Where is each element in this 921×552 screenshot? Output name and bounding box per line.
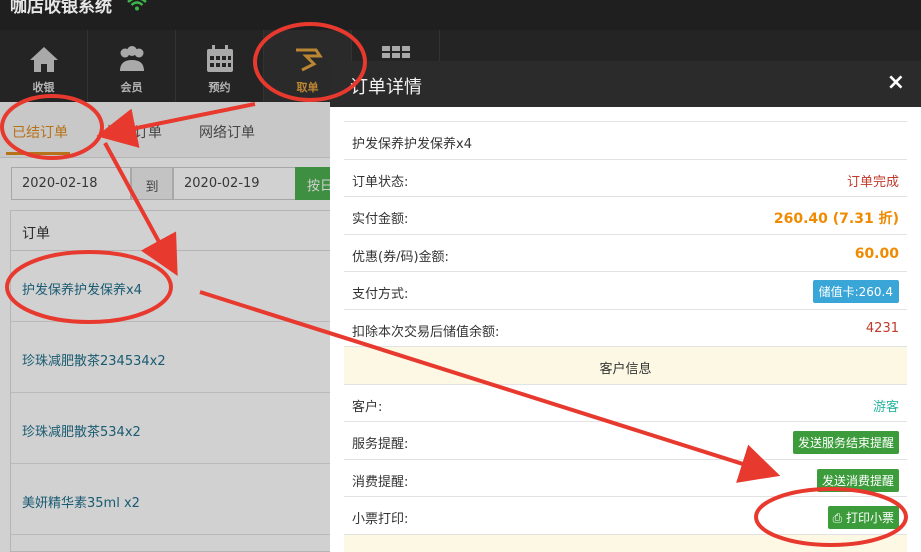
modal-title: 订单详情 — [350, 77, 422, 98]
print-receipt-label: 打印小票 — [845, 511, 894, 525]
customer-value: 游客 — [872, 399, 899, 415]
payment-method-badge: 储值卡:260.4 — [812, 280, 899, 303]
order-tabs: 已结订单 挂起订单 网络订单 — [0, 102, 330, 158]
send-consume-reminder-button[interactable]: 发送消费提醒 — [816, 468, 899, 492]
users-icon — [120, 46, 144, 71]
product-name: 护发保养护发保养x4 — [352, 137, 472, 152]
section-title: 客户信息 — [599, 362, 652, 377]
customer-label: 客户: — [352, 399, 383, 415]
discount-value: 60.00 — [854, 245, 899, 262]
customer-section-header: 客户信息 — [344, 346, 907, 384]
modal-body: 护发保养护发保养x4 订单状态: 订单完成 实付金额: 260.40 (7.31… — [344, 121, 907, 552]
more-details-section — [344, 533, 907, 552]
paid-row: 实付金额: 260.40 (7.31 折) — [344, 196, 907, 234]
date-range-separator: 到 — [131, 167, 173, 200]
close-icon[interactable]: × — [887, 70, 905, 95]
order-list: 订单 护发保养护发保养x4 珍珠减肥散茶234534x2 珍珠减肥散茶534x2… — [10, 210, 340, 552]
query-by-date-button[interactable]: 按日 — [295, 167, 335, 200]
status-row: 订单状态: 订单完成 — [344, 158, 907, 197]
nav-item-booking[interactable]: 预约 — [176, 30, 264, 102]
receipt-print-label: 小票打印: — [352, 512, 409, 527]
title-bar: 咖店收银系统 — [0, 0, 921, 30]
printer-icon: ⎙ — [832, 511, 846, 525]
customer-row: 客户: 游客 — [344, 383, 907, 422]
nav-item-cashier[interactable]: 收银 — [0, 30, 88, 102]
paid-value: 260.40 (7.31 折) — [773, 211, 899, 227]
nav-label: 会员 — [120, 81, 143, 94]
status-label: 订单状态: — [352, 174, 409, 190]
balance-label: 扣除本次交易后储值余额: — [352, 324, 500, 340]
end-date-input[interactable]: 2020-02-19 — [173, 167, 296, 200]
balance-value: 4231 — [865, 320, 899, 336]
discount-row: 优惠(券/码)金额: 60.00 — [344, 233, 907, 272]
order-detail-modal: 订单详情 × 护发保养护发保养x4 订单状态: 订单完成 实付金额: 260.4… — [330, 61, 921, 552]
takeout-icon — [296, 48, 323, 72]
start-date-input[interactable]: 2020-02-18 — [11, 167, 131, 200]
modal-header: 订单详情 × — [330, 61, 921, 107]
payment-method-label: 支付方式: — [352, 287, 409, 302]
nav-item-members[interactable]: 会员 — [88, 30, 176, 102]
nav-label: 收银 — [32, 81, 55, 94]
list-item[interactable]: 护发保养护发保养x4 — [11, 251, 339, 322]
service-reminder-label: 服务提醒: — [352, 437, 409, 452]
active-tab-indicator — [6, 152, 70, 155]
tab-suspended-orders[interactable]: 挂起订单 — [106, 122, 162, 142]
nav-label: 预约 — [208, 81, 231, 94]
home-icon — [30, 47, 58, 72]
balance-row: 扣除本次交易后储值余额: 4231 — [344, 308, 907, 347]
receipt-print-row: 小票打印: ⎙ 打印小票 — [344, 496, 907, 534]
discount-label: 优惠(券/码)金额: — [352, 249, 449, 265]
paid-label: 实付金额: — [352, 212, 409, 227]
status-value: 订单完成 — [846, 174, 899, 190]
order-list-header: 订单 — [11, 211, 339, 251]
list-item[interactable]: 珍珠减肥散茶534x2 — [11, 393, 339, 464]
app-title: 咖店收银系统 — [10, 0, 112, 17]
consume-reminder-label: 消费提醒: — [352, 474, 409, 490]
send-service-reminder-button[interactable]: 发送服务结束提醒 — [792, 431, 899, 454]
consume-reminder-row: 消费提醒: 发送消费提醒 — [344, 458, 907, 497]
product-row: 护发保养护发保养x4 — [344, 121, 907, 159]
wifi-icon — [127, 0, 147, 11]
payment-method-row: 支付方式: 储值卡:260.4 — [344, 271, 907, 309]
print-receipt-button[interactable]: ⎙ 打印小票 — [827, 506, 899, 529]
list-item[interactable]: 珍珠减肥散茶234534x2 — [11, 322, 339, 393]
tab-settled-orders[interactable]: 已结订单 — [12, 122, 68, 142]
list-item[interactable]: 美妍精华素35ml x2 — [11, 464, 339, 535]
tab-online-orders[interactable]: 网络订单 — [199, 122, 255, 142]
service-reminder-row: 服务提醒: 发送服务结束提醒 — [344, 421, 907, 459]
calendar-icon — [207, 45, 233, 72]
